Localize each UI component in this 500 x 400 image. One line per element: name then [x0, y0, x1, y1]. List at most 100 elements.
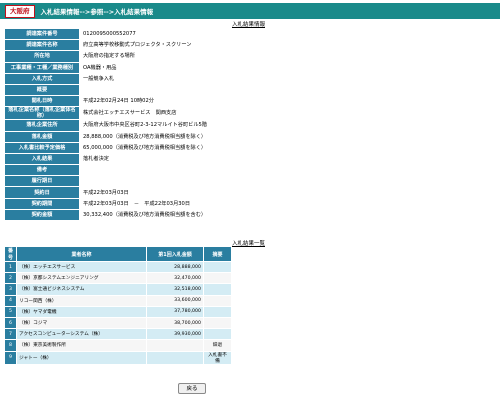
detail-row: 工事業種・工種／業務種別 OA機器・用品 — [4, 61, 493, 74]
result-remark — [203, 316, 232, 330]
detail-label: 所在地 — [4, 50, 80, 63]
detail-value: 65,000,000（消費税及び地方消費税相当額を除く） — [79, 141, 493, 154]
result-remark — [203, 283, 232, 296]
breadcrumb: 入札結果情報-->参照-->入札結果情報 — [40, 8, 154, 16]
detail-label: 契約期間 — [4, 197, 80, 210]
detail-value — [79, 175, 493, 188]
result-row: 8 （株）東京美術製作所 辞退 — [4, 339, 232, 352]
result-name: （株）東京美術製作所 — [16, 339, 147, 352]
prefecture-logo: 大阪府 — [5, 4, 35, 18]
detail-label: 落札金額 — [4, 130, 80, 143]
results-header-row: 番号 業者名称 第1回入札金額 摘要 — [4, 246, 232, 262]
detail-value: 28,888,000（消費税及び地方消費税相当額を除く） — [79, 130, 493, 143]
detail-row: 契約金額 30,332,400（消費税及び地方消費税相当額を含む） — [4, 208, 493, 222]
detail-value: 株式会社エッチエスサービス 関西支店 — [79, 106, 493, 121]
result-name: （株）エッチエスサービス — [16, 260, 147, 274]
result-name: （株）コジマ — [16, 316, 147, 330]
detail-row: 契約期間 平成22年03月03日 － 平成22年03月30日 — [4, 197, 493, 210]
result-remark — [203, 260, 232, 274]
detail-label: 開札日時 — [4, 95, 80, 108]
detail-row: 調達案件番号 0120095000552077 — [4, 27, 493, 41]
result-remark — [203, 272, 232, 285]
result-name: リコー関西（株） — [16, 294, 147, 307]
detail-row: 開札日時 平成22年02月24日 10時02分 — [4, 95, 493, 108]
detail-label: 工事業種・工種／業務種別 — [4, 61, 80, 74]
result-no: 3 — [4, 283, 17, 296]
detail-value: OA機器・用品 — [79, 61, 493, 74]
result-no: 7 — [4, 328, 17, 341]
detail-row: 落札企業名称（落札企業体名称） 株式会社エッチエスサービス 関西支店 — [4, 106, 493, 121]
result-row: 4 リコー関西（株） 33,600,000 — [4, 294, 232, 307]
result-name: （株）京都システムエンジニアリング — [16, 272, 147, 285]
results-section: 番号 業者名称 第1回入札金額 摘要 1 （株）エッチエスサービス 28,888,0… — [4, 246, 232, 365]
result-amount — [146, 339, 204, 352]
detail-row: 落札企業住所 大阪府大阪市中央区谷町2-3-12マルイト谷町ビル5階 — [4, 119, 493, 132]
col-header-remark: 摘要 — [203, 246, 232, 262]
detail-row: 備考 — [4, 164, 493, 177]
result-row: 2 （株）京都システムエンジニアリング 32,470,000 — [4, 272, 232, 285]
detail-label: 概要 — [4, 83, 80, 97]
detail-row: 入札結果 落札者決定 — [4, 152, 493, 166]
detail-row: 調達案件名称 府立高等学校移動式プロジェクタ・スクリーン — [4, 39, 493, 52]
detail-row: 所在地 大阪府の指定する場所 — [4, 50, 493, 63]
detail-label: 入札結果 — [4, 152, 80, 166]
detail-row: 入札方式 一般競争入札 — [4, 72, 493, 85]
detail-value: 一般競争入札 — [79, 72, 493, 85]
result-amount: 37,780,000 — [146, 305, 204, 318]
detail-value: 30,332,400（消費税及び地方消費税相当額を含む） — [79, 208, 493, 222]
detail-label: 入札書比較予定価格 — [4, 141, 80, 154]
result-no: 2 — [4, 272, 17, 285]
result-no: 8 — [4, 339, 17, 352]
detail-label: 契約日 — [4, 186, 80, 199]
detail-value — [79, 83, 493, 97]
result-no: 9 — [4, 350, 17, 365]
header-bar: 大阪府 入札結果情報-->参照-->入札結果情報 — [0, 3, 500, 19]
detail-value: 大阪府大阪市中央区谷町2-3-12マルイト谷町ビル5階 — [79, 119, 493, 132]
result-amount: 33,600,000 — [146, 294, 204, 307]
result-remark — [203, 328, 232, 341]
detail-value: 落札者決定 — [79, 152, 493, 166]
result-no: 5 — [4, 305, 17, 318]
result-no: 4 — [4, 294, 17, 307]
result-name: アクセスコンピューターシステム（株） — [16, 328, 147, 341]
result-amount: 39,930,000 — [146, 328, 204, 341]
detail-value: 平成22年03月03日 — [79, 186, 493, 199]
detail-section: 入札結果情報 調達案件番号 0120095000552077 調達案件名称 府立高等学… — [4, 22, 493, 222]
detail-row: 契約日 平成22年03月03日 — [4, 186, 493, 199]
result-name: （株）ヤマダ電機 — [16, 305, 147, 318]
detail-row: 入札書比較予定価格 65,000,000（消費税及び地方消費税相当額を除く） — [4, 141, 493, 154]
result-amount: 32,470,000 — [146, 272, 204, 285]
result-row: 6 （株）コジマ 38,700,000 — [4, 316, 232, 330]
result-name: （株）富士通ビジネスシステム — [16, 283, 147, 296]
result-amount: 38,700,000 — [146, 316, 204, 330]
result-remark: 入札書不備 — [203, 350, 232, 365]
result-name: ジャトー（株） — [16, 350, 147, 365]
result-row: 7 アクセスコンピューターシステム（株） 39,930,000 — [4, 328, 232, 341]
result-row: 5 （株）ヤマダ電機 37,780,000 — [4, 305, 232, 318]
result-no: 1 — [4, 260, 17, 274]
detail-label: 入札方式 — [4, 72, 80, 85]
detail-label: 備考 — [4, 164, 80, 177]
detail-row: 概要 — [4, 83, 493, 97]
detail-value: 0120095000552077 — [79, 27, 493, 41]
detail-row: 落札金額 28,888,000（消費税及び地方消費税相当額を除く） — [4, 130, 493, 143]
detail-row: 履行期日 — [4, 175, 493, 188]
detail-value — [79, 164, 493, 177]
detail-label: 履行期日 — [4, 175, 80, 188]
col-header-no: 番号 — [4, 246, 17, 262]
detail-table: 調達案件番号 0120095000552077 調達案件名称 府立高等学校移動式プロジ… — [4, 27, 493, 222]
result-row: 1 （株）エッチエスサービス 28,888,000 — [4, 260, 232, 274]
detail-label: 調達案件番号 — [4, 27, 80, 41]
detail-value: 平成22年02月24日 10時02分 — [79, 95, 493, 108]
detail-label: 契約金額 — [4, 208, 80, 222]
back-button[interactable]: 戻る — [178, 383, 206, 394]
detail-value: 府立高等学校移動式プロジェクタ・スクリーン — [79, 39, 493, 52]
result-row: 3 （株）富士通ビジネスシステム 32,518,000 — [4, 283, 232, 296]
result-remark: 辞退 — [203, 339, 232, 352]
result-row: 9 ジャトー（株） 入札書不備 — [4, 350, 232, 365]
result-remark — [203, 305, 232, 318]
result-amount — [146, 350, 204, 365]
detail-value: 平成22年03月03日 － 平成22年03月30日 — [79, 197, 493, 210]
result-amount: 28,888,000 — [146, 260, 204, 274]
detail-value: 大阪府の指定する場所 — [79, 50, 493, 63]
